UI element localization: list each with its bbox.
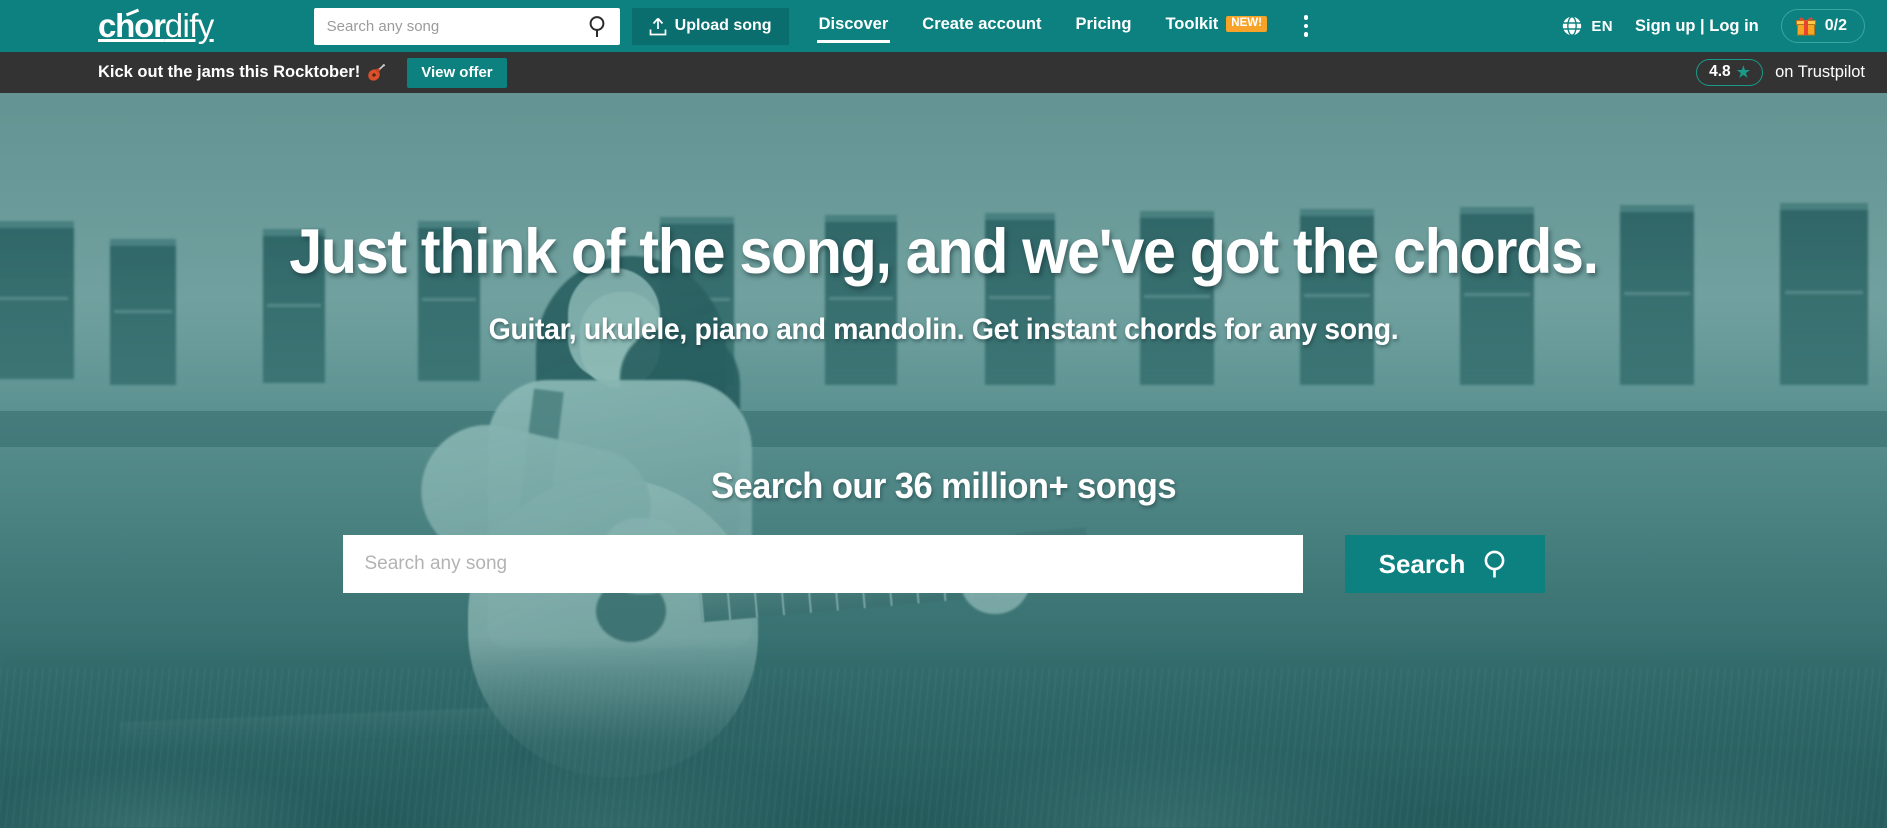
hero-search-row: Search: [0, 535, 1887, 594]
gift-counter-button[interactable]: 0/2: [1780, 9, 1865, 43]
hero-search-input[interactable]: [364, 553, 1281, 576]
nav-link-pricing-label: Pricing: [1075, 14, 1132, 33]
nav-link-toolkit-label: Toolkit: [1165, 14, 1219, 33]
top-navigation-bar: chordify Upload song Discover Create acc…: [0, 0, 1887, 52]
globe-icon: [1561, 15, 1583, 37]
view-offer-button[interactable]: View offer: [407, 57, 507, 88]
nav-search-input[interactable]: [326, 17, 582, 35]
kebab-menu-icon[interactable]: [1295, 13, 1317, 39]
logo-light-text: dify: [164, 7, 215, 44]
signup-login-link[interactable]: Sign up | Log in: [1635, 17, 1759, 36]
hero-search-button[interactable]: Search: [1344, 535, 1545, 594]
language-code: EN: [1591, 17, 1613, 35]
trustpilot-group: 4.8 ★ on Trustpilot: [1696, 59, 1865, 86]
kebab-dot: [1303, 15, 1309, 20]
upload-song-label: Upload song: [674, 17, 772, 34]
nav-links: Discover Create account Pricing Toolkit …: [816, 10, 1269, 43]
nav-link-discover-label: Discover: [818, 14, 889, 33]
hero-section: Just think of the song, and we've got th…: [0, 93, 1887, 828]
rating-score: 4.8: [1709, 63, 1731, 80]
star-icon: ★: [1736, 64, 1751, 81]
page-title: Just think of the song, and we've got th…: [289, 217, 1599, 287]
kebab-dot: [1303, 32, 1309, 37]
chordify-logo[interactable]: chor dify: [98, 7, 214, 45]
hero-content: Just think of the song, and we've got th…: [0, 217, 1887, 594]
hero-search-button-label: Search: [1378, 548, 1466, 579]
nav-link-create-account-label: Create account: [922, 14, 1042, 33]
logo-bold-text: chor: [98, 7, 166, 44]
language-selector[interactable]: EN: [1561, 15, 1613, 37]
hero-search-box[interactable]: [342, 535, 1303, 594]
upload-icon: [649, 17, 667, 36]
hero-subtitle: Guitar, ukulele, piano and mandolin. Get…: [488, 313, 1399, 347]
search-icon: [588, 15, 609, 38]
new-badge: NEW!: [1226, 15, 1267, 33]
trustpilot-label: on Trustpilot: [1775, 63, 1865, 81]
hero-search-heading: Search our 36 million+ songs: [711, 465, 1177, 507]
promo-message: Kick out the jams this Rocktober!: [98, 63, 386, 82]
guitar-icon: [367, 63, 386, 82]
nav-link-pricing[interactable]: Pricing: [1074, 10, 1134, 43]
nav-search-box[interactable]: [313, 7, 620, 45]
rating-badge[interactable]: 4.8 ★: [1696, 59, 1764, 86]
promo-bar: Kick out the jams this Rocktober! View o…: [0, 52, 1887, 93]
nav-link-toolkit[interactable]: Toolkit NEW!: [1163, 10, 1269, 43]
nav-right-group: EN Sign up | Log in 0/2: [1561, 9, 1869, 43]
gift-count: 0/2: [1824, 17, 1847, 34]
nav-link-create-account[interactable]: Create account: [920, 10, 1043, 43]
search-icon: [1482, 549, 1510, 579]
kebab-dot: [1303, 23, 1309, 29]
gift-icon: [1795, 16, 1816, 36]
upload-song-button[interactable]: Upload song: [631, 7, 789, 45]
promo-message-text: Kick out the jams this Rocktober!: [98, 63, 361, 81]
nav-link-discover[interactable]: Discover: [816, 10, 891, 43]
